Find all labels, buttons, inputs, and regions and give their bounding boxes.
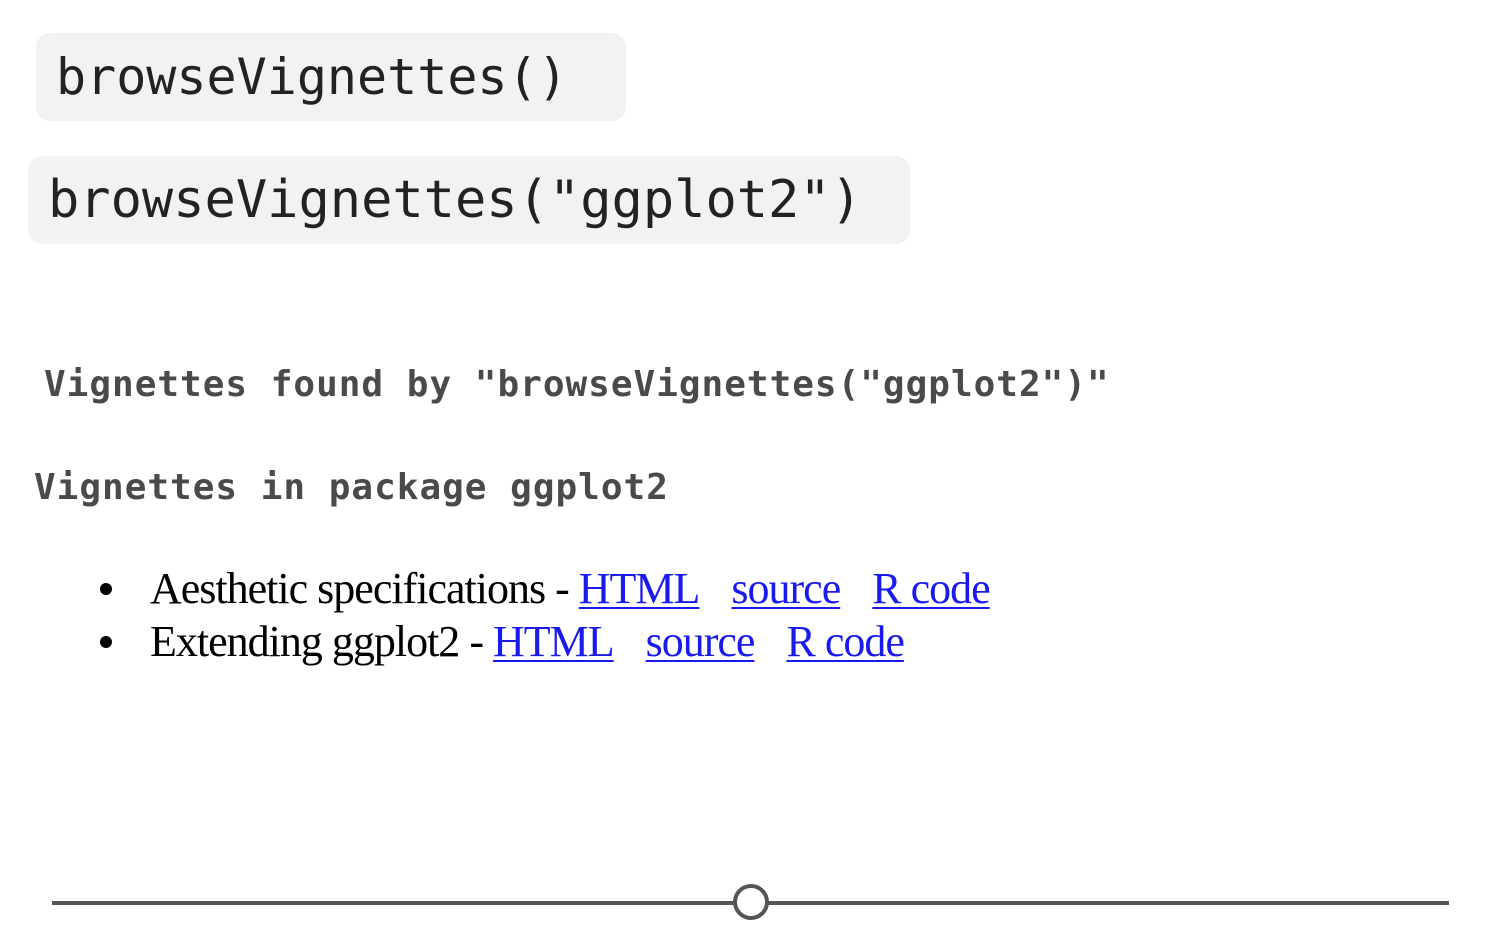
vignette-name: Extending ggplot2 [150,617,460,666]
list-item: Extending ggplot2 - HTML source R code [100,615,990,668]
html-link[interactable]: HTML [579,564,701,613]
code-text: browseVignettes() [56,48,568,106]
list-item: Aesthetic specifications - HTML source R… [100,562,991,615]
r-code-link[interactable]: R code [872,564,990,613]
separator: - [555,564,570,613]
separator: - [469,617,484,666]
bullet-icon [100,636,112,648]
bullet-icon [100,583,112,595]
code-text: browseVignettes("ggplot2") [48,170,862,230]
html-link[interactable]: HTML [493,617,615,666]
vignettes-found-heading: Vignettes found by "browseVignettes("ggp… [44,364,1110,405]
vignette-list: Aesthetic specifications - HTML source R… [100,562,991,668]
r-code-link[interactable]: R code [786,617,904,666]
package-heading: Vignettes in package ggplot2 [34,467,669,508]
source-link[interactable]: source [646,617,756,666]
code-snippet-browse-ggplot2: browseVignettes("ggplot2") [28,156,910,244]
vignette-name: Aesthetic specifications [150,564,546,613]
code-snippet-browse-all: browseVignettes() [36,33,626,121]
source-link[interactable]: source [731,564,841,613]
slider-handle[interactable] [732,884,769,920]
